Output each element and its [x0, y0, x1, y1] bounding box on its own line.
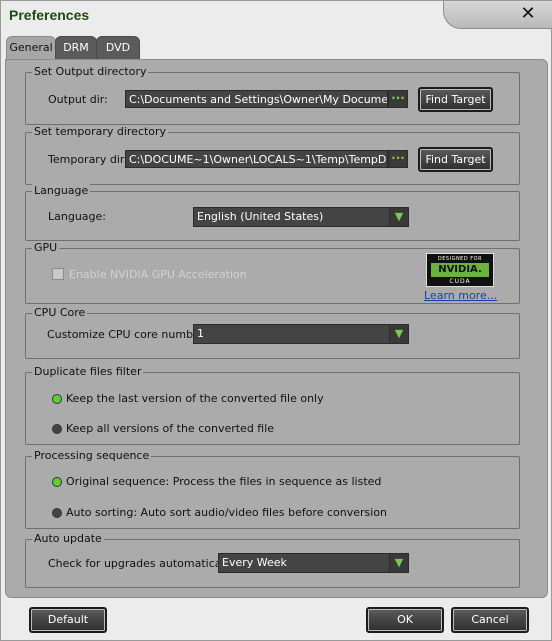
language-label: Language: [48, 210, 106, 223]
temp-dir-label: Temporary dir: [48, 153, 128, 166]
language-group-label: Language [32, 184, 91, 198]
language-select[interactable]: English (United States) ▼ [193, 207, 409, 227]
temp-dir-group: Set temporary directory Temporary dir: C… [25, 125, 520, 185]
general-panel: Set Output directory Output dir: C:\Docu… [5, 59, 548, 598]
upgrade-check-label: Check for upgrades automatically: [48, 557, 238, 570]
duplicate-filter-group: Duplicate files filter Keep the last ver… [25, 365, 520, 445]
cpu-core-label: Customize CPU core number: [47, 328, 208, 341]
auto-update-group: Auto update Check for upgrades automatic… [25, 532, 520, 588]
cancel-button[interactable]: Cancel [451, 607, 529, 633]
temp-dir-browse-button[interactable]: ··· [388, 150, 408, 168]
auto-sorting-label: Auto sorting: Auto sort audio/video file… [66, 506, 388, 519]
auto-sorting-radio[interactable] [52, 508, 62, 518]
output-dir-group-label: Set Output directory [32, 65, 149, 79]
original-sequence-radio[interactable] [52, 477, 62, 487]
preferences-window: Preferences ✕ General DRM DVD Set Output… [0, 0, 552, 641]
chevron-down-icon[interactable]: ▼ [389, 325, 408, 343]
gpu-acceleration-label: Enable NVIDIA GPU Acceleration [69, 268, 247, 281]
cpu-group-label: CPU Core [32, 306, 88, 320]
output-dir-label: Output dir: [48, 93, 108, 106]
logo-line2: NVIDIA. [431, 263, 489, 277]
keep-all-versions-label: Keep all versions of the converted file [66, 422, 275, 435]
tab-dvd[interactable]: DVD [96, 36, 140, 59]
window-title: Preferences [9, 7, 90, 23]
upgrade-frequency-value: Every Week [222, 556, 287, 569]
temp-find-target-button[interactable]: Find Target [418, 147, 493, 172]
processing-sequence-group: Processing sequence Original sequence: P… [25, 449, 520, 529]
close-icon[interactable]: ✕ [511, 3, 545, 25]
gpu-group: GPU Enable NVIDIA GPU Acceleration DESIG… [25, 241, 520, 304]
logo-line1: DESIGNED FOR [437, 256, 483, 262]
tab-drm[interactable]: DRM [55, 36, 97, 59]
keep-last-version-label: Keep the last version of the converted f… [66, 392, 324, 405]
cpu-group: CPU Core Customize CPU core number: 1 ▼ [25, 306, 520, 359]
default-button[interactable]: Default [29, 607, 107, 633]
output-find-target-button[interactable]: Find Target [418, 87, 493, 112]
output-dir-field[interactable]: C:\Documents and Settings\Owner\My Docum… [125, 90, 388, 108]
duplicate-group-label: Duplicate files filter [32, 365, 144, 379]
tab-general[interactable]: General [6, 36, 56, 60]
gpu-group-label: GPU [32, 241, 60, 255]
temp-dir-group-label: Set temporary directory [32, 125, 169, 139]
chevron-down-icon[interactable]: ▼ [389, 554, 408, 572]
nvidia-cuda-logo: DESIGNED FOR NVIDIA. CUDA [426, 253, 494, 287]
cpu-core-select[interactable]: 1 ▼ [193, 324, 409, 344]
output-dir-group: Set Output directory Output dir: C:\Docu… [25, 65, 520, 125]
sequence-group-label: Processing sequence [32, 449, 152, 463]
logo-line3: CUDA [449, 278, 471, 285]
output-dir-browse-button[interactable]: ··· [388, 90, 408, 108]
cpu-core-selected-value: 1 [197, 327, 204, 340]
learn-more-link[interactable]: Learn more... [424, 289, 497, 302]
ok-button[interactable]: OK [366, 607, 444, 633]
keep-all-versions-radio[interactable] [52, 424, 62, 434]
language-group: Language Language: English (United State… [25, 184, 520, 241]
language-selected-value: English (United States) [197, 210, 324, 223]
upgrade-frequency-select[interactable]: Every Week ▼ [218, 553, 409, 573]
gpu-acceleration-checkbox[interactable] [52, 268, 64, 280]
auto-update-group-label: Auto update [32, 532, 104, 546]
temp-dir-field[interactable]: C:\DOCUME~1\Owner\LOCALS~1\Temp\TempDir\ [125, 150, 388, 168]
keep-last-version-radio[interactable] [52, 394, 62, 404]
original-sequence-label: Original sequence: Process the files in … [66, 475, 382, 488]
chevron-down-icon[interactable]: ▼ [389, 208, 408, 226]
